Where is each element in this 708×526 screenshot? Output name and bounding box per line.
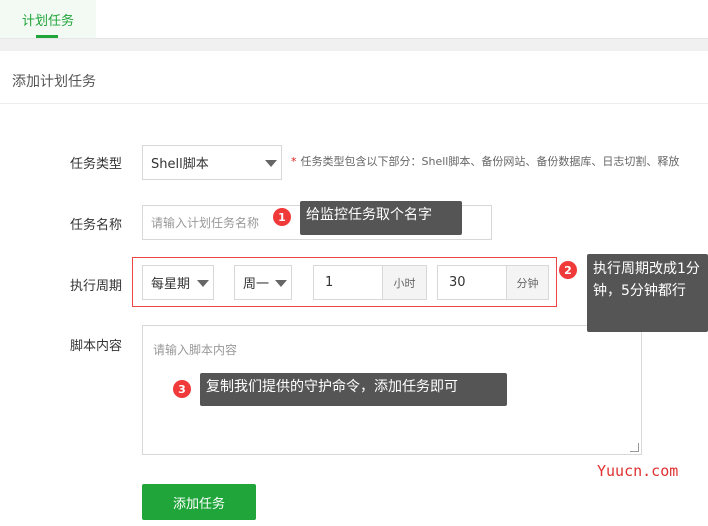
minute-value: 30 — [449, 275, 466, 290]
section-separator — [0, 39, 708, 51]
task-type-hint: * 任务类型包含以下部分：Shell脚本、备份网站、备份数据库、日志切割、释放 — [291, 153, 679, 169]
schedule-label: 执行周期 — [70, 279, 123, 294]
watermark: Yuucn.com — [597, 462, 679, 480]
hour-input[interactable]: 1 — [313, 265, 383, 300]
task-type-label: 任务类型 — [70, 157, 123, 172]
task-name-label: 任务名称 — [70, 218, 123, 233]
annotation-tooltip-2: 执行周期改成1分钟，5分钟都行 — [587, 254, 708, 332]
annotation-badge-3: 3 — [173, 380, 191, 398]
chevron-down-icon — [197, 280, 209, 287]
minute-unit: 分钟 — [507, 265, 549, 300]
panel-divider — [0, 103, 708, 104]
resize-handle-icon[interactable] — [630, 443, 639, 452]
active-tab-indicator — [36, 35, 58, 38]
annotation-tooltip-3: 复制我们提供的守护命令，添加任务即可 — [200, 373, 507, 406]
add-task-button[interactable]: 添加任务 — [142, 484, 256, 520]
chevron-down-icon — [275, 280, 287, 287]
minute-input[interactable]: 30 — [437, 265, 507, 300]
tab-cron-tasks[interactable]: 计划任务 — [0, 0, 96, 38]
annotation-badge-2: 2 — [559, 261, 577, 279]
panel-title: 添加计划任务 — [12, 74, 96, 90]
task-type-select[interactable]: Shell脚本 — [142, 145, 282, 180]
hour-value: 1 — [325, 275, 334, 290]
script-placeholder: 请输入脚本内容 — [153, 343, 238, 357]
period-select[interactable]: 每星期 — [142, 265, 214, 300]
task-name-placeholder: 请输入计划任务名称 — [151, 216, 260, 230]
annotation-badge-1: 1 — [273, 208, 291, 226]
hour-unit: 小时 — [383, 265, 427, 300]
top-tab-bar: 计划任务 — [0, 0, 708, 39]
task-type-hint-text: 任务类型包含以下部分：Shell脚本、备份网站、备份数据库、日志切割、释放 — [300, 155, 680, 168]
chevron-down-icon — [265, 160, 277, 167]
weekday-value: 周一 — [243, 277, 270, 292]
weekday-select[interactable]: 周一 — [234, 265, 292, 300]
required-mark: * — [291, 155, 297, 168]
period-value: 每星期 — [151, 277, 191, 292]
script-label: 脚本内容 — [70, 339, 123, 354]
task-type-value: Shell脚本 — [151, 157, 209, 172]
annotation-tooltip-1: 给监控任务取个名字 — [300, 201, 462, 235]
